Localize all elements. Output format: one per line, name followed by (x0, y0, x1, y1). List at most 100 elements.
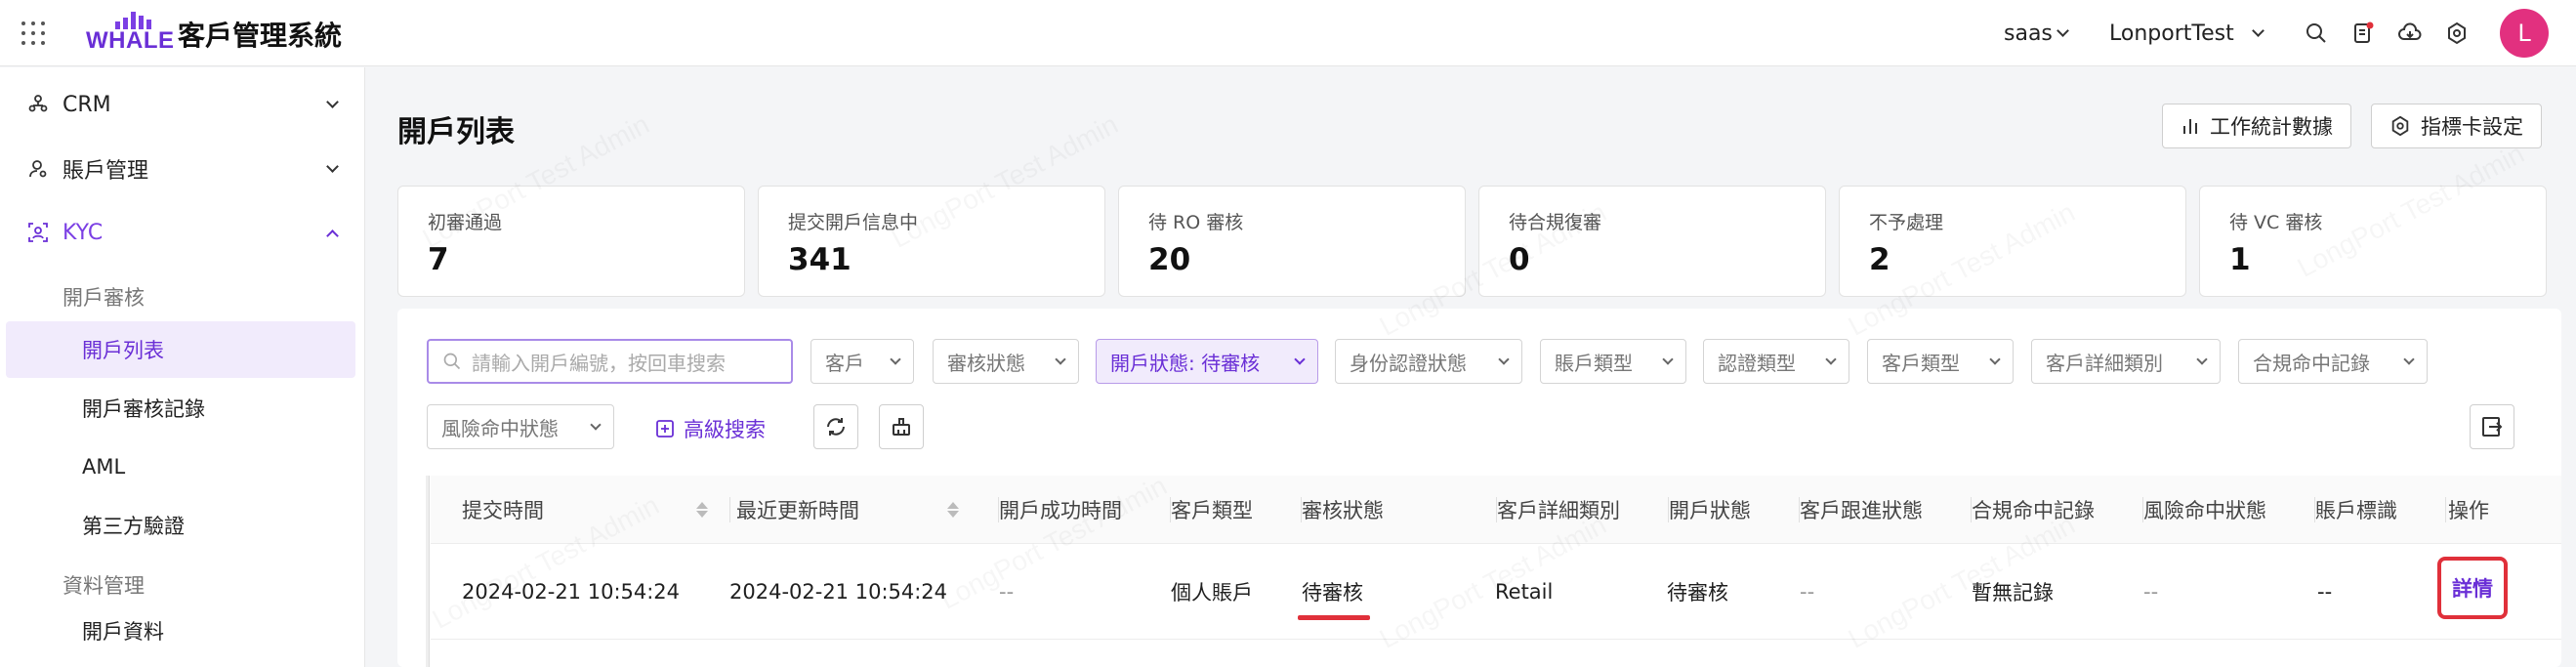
column-header-customer-detail-category: 客戶詳細類別 (1497, 476, 1669, 544)
column-header-actions: 操作 (2446, 476, 2554, 544)
sidebar-item-kyc[interactable]: KYC (0, 203, 365, 262)
stat-card[interactable]: 初審通過 7 (397, 186, 745, 297)
filter-account-status[interactable]: 開戶狀態: 待審核 (1096, 339, 1318, 384)
filter-label: 客戶詳細類別 (2046, 351, 2163, 375)
sidebar-item-crm[interactable]: CRM (0, 75, 365, 134)
table-header: 提交時間 最近更新時間 開戶成功時間 客戶類型 審核狀態 客戶詳細類別 開戶狀態… (431, 476, 2561, 544)
stat-label: 初審通過 (428, 212, 503, 233)
settings-icon (2391, 115, 2409, 137)
sidebar-group-account-review: 開戶審核 (62, 286, 145, 310)
stat-value: 2 (1869, 242, 1890, 277)
column-header-label: 提交時間 (462, 499, 544, 522)
stat-card[interactable]: 待 RO 審核 20 (1118, 186, 1466, 297)
stat-card[interactable]: 待 VC 審核 1 (2199, 186, 2547, 297)
search-input[interactable]: 請輸入開戶編號，按回車搜索 (427, 339, 793, 384)
sidebar-item-third-party-verification[interactable]: 第三方驗證 (6, 497, 355, 554)
indicator-card-settings-button[interactable]: 指標卡設定 (2371, 104, 2542, 148)
filter-review-status[interactable]: 審核狀態 (933, 339, 1079, 384)
stat-label: 待 VC 審核 (2229, 212, 2323, 233)
table-row: 2024-02-21 10:54:24 2024-02-21 10:54:24 … (431, 544, 2561, 640)
column-header-label: 賬戶標識 (2315, 499, 2397, 522)
filter-label: 合規命中記錄 (2253, 351, 2370, 375)
detail-link[interactable]: 詳情 (2437, 557, 2508, 619)
env-label: saas (2004, 21, 2053, 46)
sidebar: CRM 賬戶管理 KYC 開戶審核 開戶列表 開戶審核記錄 AML 第三方驗證 … (0, 67, 365, 667)
column-header-review-status: 審核狀態 (1302, 476, 1497, 544)
work-statistics-label: 工作統計數據 (2210, 115, 2333, 139)
filter-customer-type[interactable]: 客戶類型 (1867, 339, 2014, 384)
cell-review-status: 待審核 (1302, 581, 1363, 604)
broom-icon (893, 418, 910, 436)
column-header-label: 客戶跟進狀態 (1800, 499, 1923, 522)
filter-compliance-hit[interactable]: 合規命中記錄 (2238, 339, 2428, 384)
column-header-label: 客戶詳細類別 (1497, 499, 1620, 522)
column-header-risk-hit-status: 風險命中狀態 (2143, 476, 2315, 544)
column-header-account-flag: 賬戶標識 (2315, 476, 2446, 544)
column-header-last-update-time[interactable]: 最近更新時間 (730, 476, 999, 544)
filter-customer[interactable]: 客戶 (810, 339, 914, 384)
indicator-card-settings-label: 指標卡設定 (2421, 115, 2523, 139)
cloud-download-icon[interactable] (2398, 21, 2422, 45)
org-switcher[interactable]: LonportTest (2109, 0, 2264, 66)
sidebar-item-account-data[interactable]: 開戶資料 (6, 603, 355, 659)
sidebar-item-account-management[interactable]: 賬戶管理 (0, 140, 365, 198)
advanced-search-link[interactable]: 高級搜索 (656, 414, 766, 443)
sidebar-item-label: CRM (62, 92, 111, 117)
filter-account-type[interactable]: 賬戶類型 (1540, 339, 1686, 384)
avatar[interactable]: L (2500, 9, 2549, 58)
refresh-button[interactable] (813, 404, 858, 449)
cell-follow-up-status: -- (1800, 580, 1815, 604)
stat-card[interactable]: 不予處理 2 (1839, 186, 2186, 297)
column-header-label: 操作 (2448, 499, 2489, 522)
filter-label: 賬戶類型 (1555, 351, 1633, 375)
env-switcher[interactable]: saas (2004, 0, 2069, 66)
chevron-down-icon (2251, 23, 2264, 37)
notification-document-icon[interactable] (2351, 21, 2375, 45)
app-title: 客戶管理系統 (178, 20, 343, 52)
stat-card[interactable]: 提交開戶信息中 341 (758, 186, 1105, 297)
sidebar-item-account-list[interactable]: 開戶列表 (6, 321, 355, 378)
org-label: LonportTest (2109, 21, 2234, 46)
filter-risk-hit-status[interactable]: 風險命中狀態 (427, 404, 614, 449)
filter-identity-status[interactable]: 身份認證狀態 (1335, 339, 1522, 384)
chevron-down-icon (2403, 353, 2415, 365)
settings-icon[interactable] (2445, 21, 2469, 45)
sort-icon[interactable] (947, 502, 959, 518)
review-status-underline-annotation (1298, 615, 1370, 620)
column-header-submit-time[interactable]: 提交時間 (462, 476, 730, 544)
clear-filters-button[interactable] (879, 404, 924, 449)
filter-label: 客戶類型 (1882, 351, 1960, 375)
advanced-search-label: 高級搜索 (684, 418, 766, 441)
filter-label: 身份認證狀態 (1350, 351, 1467, 375)
bar-chart-icon (2183, 119, 2197, 134)
user-icon (29, 160, 47, 178)
column-header-compliance-hit: 合規命中記錄 (1972, 476, 2143, 544)
chevron-up-icon (326, 229, 339, 242)
search-icon[interactable] (2305, 21, 2328, 45)
filter-label: 認證類型 (1718, 351, 1796, 375)
refresh-icon (827, 418, 845, 436)
cell-account-flag: -- (2317, 580, 2333, 604)
sidebar-item-review-records[interactable]: 開戶審核記錄 (6, 380, 355, 437)
sidebar-item-label: KYC (62, 220, 104, 245)
column-header-follow-up-status: 客戶跟進狀態 (1800, 476, 1972, 544)
app-grid-icon[interactable] (21, 21, 45, 45)
column-header-label: 開戶成功時間 (999, 499, 1122, 522)
whale-logo: WHALE (86, 12, 174, 54)
column-header-label: 風險命中狀態 (2143, 499, 2266, 522)
page-title: 開戶列表 (397, 115, 515, 149)
stat-value: 20 (1148, 242, 1191, 277)
sidebar-item-aml[interactable]: AML (6, 438, 355, 495)
top-bar: WHALE 客戶管理系統 saas LonportTest L (0, 0, 2576, 66)
column-header-label: 審核狀態 (1302, 499, 1384, 522)
export-button[interactable] (2470, 404, 2514, 449)
cell-risk-hit-status: -- (2143, 580, 2159, 604)
work-statistics-button[interactable]: 工作統計數據 (2162, 104, 2351, 148)
stat-card[interactable]: 待合規復審 0 (1478, 186, 1826, 297)
chevron-down-icon (326, 95, 339, 108)
filter-auth-type[interactable]: 認證類型 (1703, 339, 1849, 384)
cell-customer-detail-category: Retail (1495, 580, 1554, 604)
sidebar-item-label: 賬戶管理 (62, 159, 149, 184)
sort-icon[interactable] (696, 502, 708, 518)
filter-customer-detail-category[interactable]: 客戶詳細類別 (2031, 339, 2221, 384)
